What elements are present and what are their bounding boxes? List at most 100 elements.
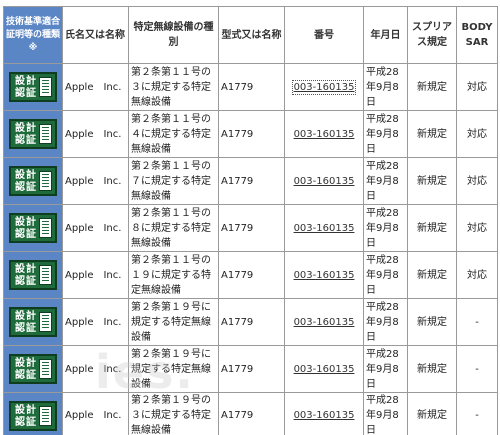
body-sar-cell: 対応 bbox=[457, 205, 498, 252]
table-row: 設計認証 Apple Inc. 第２条第１１号の８に規定する特定無線設備 A1779 0… bbox=[4, 205, 498, 252]
certificate-document-icon[interactable]: 設計認証 bbox=[9, 119, 57, 149]
certificate-number-link[interactable]: 003-160135 bbox=[291, 79, 357, 95]
body-sar-cell: 対応 bbox=[457, 158, 498, 205]
badge-label: 設計認証 bbox=[15, 404, 37, 428]
date-cell: 平成28年9月8日 bbox=[364, 299, 408, 346]
header-cert-type: 技術基準適合証明等の種類 ※ bbox=[4, 7, 63, 64]
cert-type-cell: 設計認証 bbox=[4, 252, 63, 299]
certification-table-page: 技術基準適合証明等の種類 ※ 氏名又は名称 特定無線設備の種別 型式又は名称 番… bbox=[0, 0, 500, 435]
cert-type-cell: 設計認証 bbox=[4, 299, 63, 346]
equipment-cell: 第２条第１１号の８に規定する特定無線設備 bbox=[129, 205, 219, 252]
header-date: 年月日 bbox=[364, 7, 408, 64]
table-row: 設計認証 Apple Inc. 第２条第１１号の４に規定する特定無線設備 A1779 0… bbox=[4, 111, 498, 158]
cert-type-cell: 設計認証 bbox=[4, 393, 63, 435]
certificate-number-link[interactable]: 003-160135 bbox=[294, 176, 355, 187]
spurious-cell: 新規定 bbox=[408, 64, 457, 111]
equipment-cell: 第２条第１９号に規定する特定無線設備 bbox=[129, 299, 219, 346]
date-cell: 平成28年9月8日 bbox=[364, 346, 408, 393]
cert-type-cell: 設計認証 bbox=[4, 111, 63, 158]
certificate-number-link[interactable]: 003-160135 bbox=[294, 223, 355, 234]
certificate-number-link[interactable]: 003-160135 bbox=[294, 364, 355, 375]
body-sar-cell: 対応 bbox=[457, 64, 498, 111]
certificate-document-icon[interactable]: 設計認証 bbox=[9, 166, 57, 196]
model-cell: A1779 bbox=[219, 346, 285, 393]
number-cell: 003-160135 bbox=[285, 158, 364, 205]
date-cell: 平成28年9月8日 bbox=[364, 158, 408, 205]
number-cell: 003-160135 bbox=[285, 393, 364, 435]
equipment-cell: 第２条第１１号の１９に規定する特定無線設備 bbox=[129, 252, 219, 299]
certificate-document-icon[interactable]: 設計認証 bbox=[9, 400, 57, 431]
badge-label: 設計認証 bbox=[15, 170, 37, 193]
body-sar-cell: 対応 bbox=[457, 111, 498, 158]
equipment-cell: 第２条第１９号の３に規定する特定無線設備 bbox=[129, 393, 219, 435]
table-header-row: 技術基準適合証明等の種類 ※ 氏名又は名称 特定無線設備の種別 型式又は名称 番… bbox=[4, 7, 498, 64]
badge-label: 設計認証 bbox=[15, 264, 37, 287]
header-number: 番号 bbox=[285, 7, 364, 64]
equipment-cell: 第２条第１９号に規定する特定無線設備 bbox=[129, 346, 219, 393]
equipment-cell: 第２条第１１号の３に規定する特定無線設備 bbox=[129, 64, 219, 111]
table-row: 設計認証 Apple Inc. 第２条第１１号の７に規定する特定無線設備 A1779 0… bbox=[4, 158, 498, 205]
name-cell: Apple Inc. bbox=[63, 64, 129, 111]
certificate-number-link[interactable]: 003-160135 bbox=[294, 270, 355, 281]
name-cell: Apple Inc. bbox=[63, 158, 129, 205]
body-sar-cell: 対応 bbox=[457, 252, 498, 299]
table-row: 設計認証 Apple Inc. 第２条第１９号の３に規定する特定無線設備 A1779 0… bbox=[4, 393, 498, 435]
name-cell: Apple Inc. bbox=[63, 111, 129, 158]
model-cell: A1779 bbox=[219, 252, 285, 299]
name-cell: Apple Inc. bbox=[63, 393, 129, 435]
table-row: 設計認証 Apple Inc. 第２条第１１号の３に規定する特定無線設備 A1779 0… bbox=[4, 64, 498, 111]
cert-type-cell: 設計認証 bbox=[4, 158, 63, 205]
cert-type-cell: 設計認証 bbox=[4, 346, 63, 393]
model-cell: A1779 bbox=[219, 393, 285, 435]
table-row: 設計認証 Apple Inc. 第２条第１９号に規定する特定無線設備 A1779 003… bbox=[4, 346, 498, 393]
model-cell: A1779 bbox=[219, 111, 285, 158]
certification-table: 技術基準適合証明等の種類 ※ 氏名又は名称 特定無線設備の種別 型式又は名称 番… bbox=[3, 6, 498, 435]
body-sar-cell: - bbox=[457, 346, 498, 393]
badge-label: 設計認証 bbox=[15, 76, 37, 99]
number-cell: 003-160135 bbox=[285, 346, 364, 393]
badge-label: 設計認証 bbox=[15, 123, 37, 146]
spurious-cell: 新規定 bbox=[408, 299, 457, 346]
number-cell: 003-160135 bbox=[285, 64, 364, 111]
spurious-cell: 新規定 bbox=[408, 393, 457, 435]
spurious-cell: 新規定 bbox=[408, 346, 457, 393]
date-cell: 平成28年9月8日 bbox=[364, 205, 408, 252]
number-cell: 003-160135 bbox=[285, 252, 364, 299]
certificate-number-link[interactable]: 003-160135 bbox=[294, 129, 355, 140]
model-cell: A1779 bbox=[219, 158, 285, 205]
header-model: 型式又は名称 bbox=[219, 7, 285, 64]
table-row: 設計認証 Apple Inc. 第２条第１９号に規定する特定無線設備 A1779 003… bbox=[4, 299, 498, 346]
certificate-document-icon[interactable]: 設計認証 bbox=[9, 72, 57, 102]
name-cell: Apple Inc. bbox=[63, 205, 129, 252]
badge-label: 設計認証 bbox=[15, 311, 37, 334]
spurious-cell: 新規定 bbox=[408, 252, 457, 299]
cert-type-cell: 設計認証 bbox=[4, 64, 63, 111]
certificate-number-link[interactable]: 003-160135 bbox=[294, 410, 355, 421]
date-cell: 平成28年9月8日 bbox=[364, 64, 408, 111]
certificate-number-link[interactable]: 003-160135 bbox=[294, 317, 355, 328]
certificate-document-icon[interactable]: 設計認証 bbox=[9, 260, 57, 290]
certificate-document-icon[interactable]: 設計認証 bbox=[9, 213, 57, 243]
body-sar-cell: - bbox=[457, 299, 498, 346]
certificate-document-icon[interactable]: 設計認証 bbox=[9, 354, 57, 384]
body-sar-cell: - bbox=[457, 393, 498, 435]
header-spurious: スプリアス規定 bbox=[408, 7, 457, 64]
model-cell: A1779 bbox=[219, 205, 285, 252]
equipment-cell: 第２条第１１号の７に規定する特定無線設備 bbox=[129, 158, 219, 205]
name-cell: Apple Inc. bbox=[63, 346, 129, 393]
model-cell: A1779 bbox=[219, 299, 285, 346]
table-row: 設計認証 Apple Inc. 第２条第１１号の１９に規定する特定無線設備 A1779… bbox=[4, 252, 498, 299]
number-cell: 003-160135 bbox=[285, 205, 364, 252]
equipment-cell: 第２条第１１号の４に規定する特定無線設備 bbox=[129, 111, 219, 158]
header-equipment: 特定無線設備の種別 bbox=[129, 7, 219, 64]
certificate-document-icon[interactable]: 設計認証 bbox=[9, 307, 57, 337]
date-cell: 平成28年9月8日 bbox=[364, 393, 408, 435]
spurious-cell: 新規定 bbox=[408, 158, 457, 205]
header-name: 氏名又は名称 bbox=[63, 7, 129, 64]
date-cell: 平成28年9月8日 bbox=[364, 111, 408, 158]
header-body-sar: BODY SAR bbox=[457, 7, 498, 64]
model-cell: A1779 bbox=[219, 64, 285, 111]
name-cell: Apple Inc. bbox=[63, 252, 129, 299]
number-cell: 003-160135 bbox=[285, 111, 364, 158]
cert-type-cell: 設計認証 bbox=[4, 205, 63, 252]
